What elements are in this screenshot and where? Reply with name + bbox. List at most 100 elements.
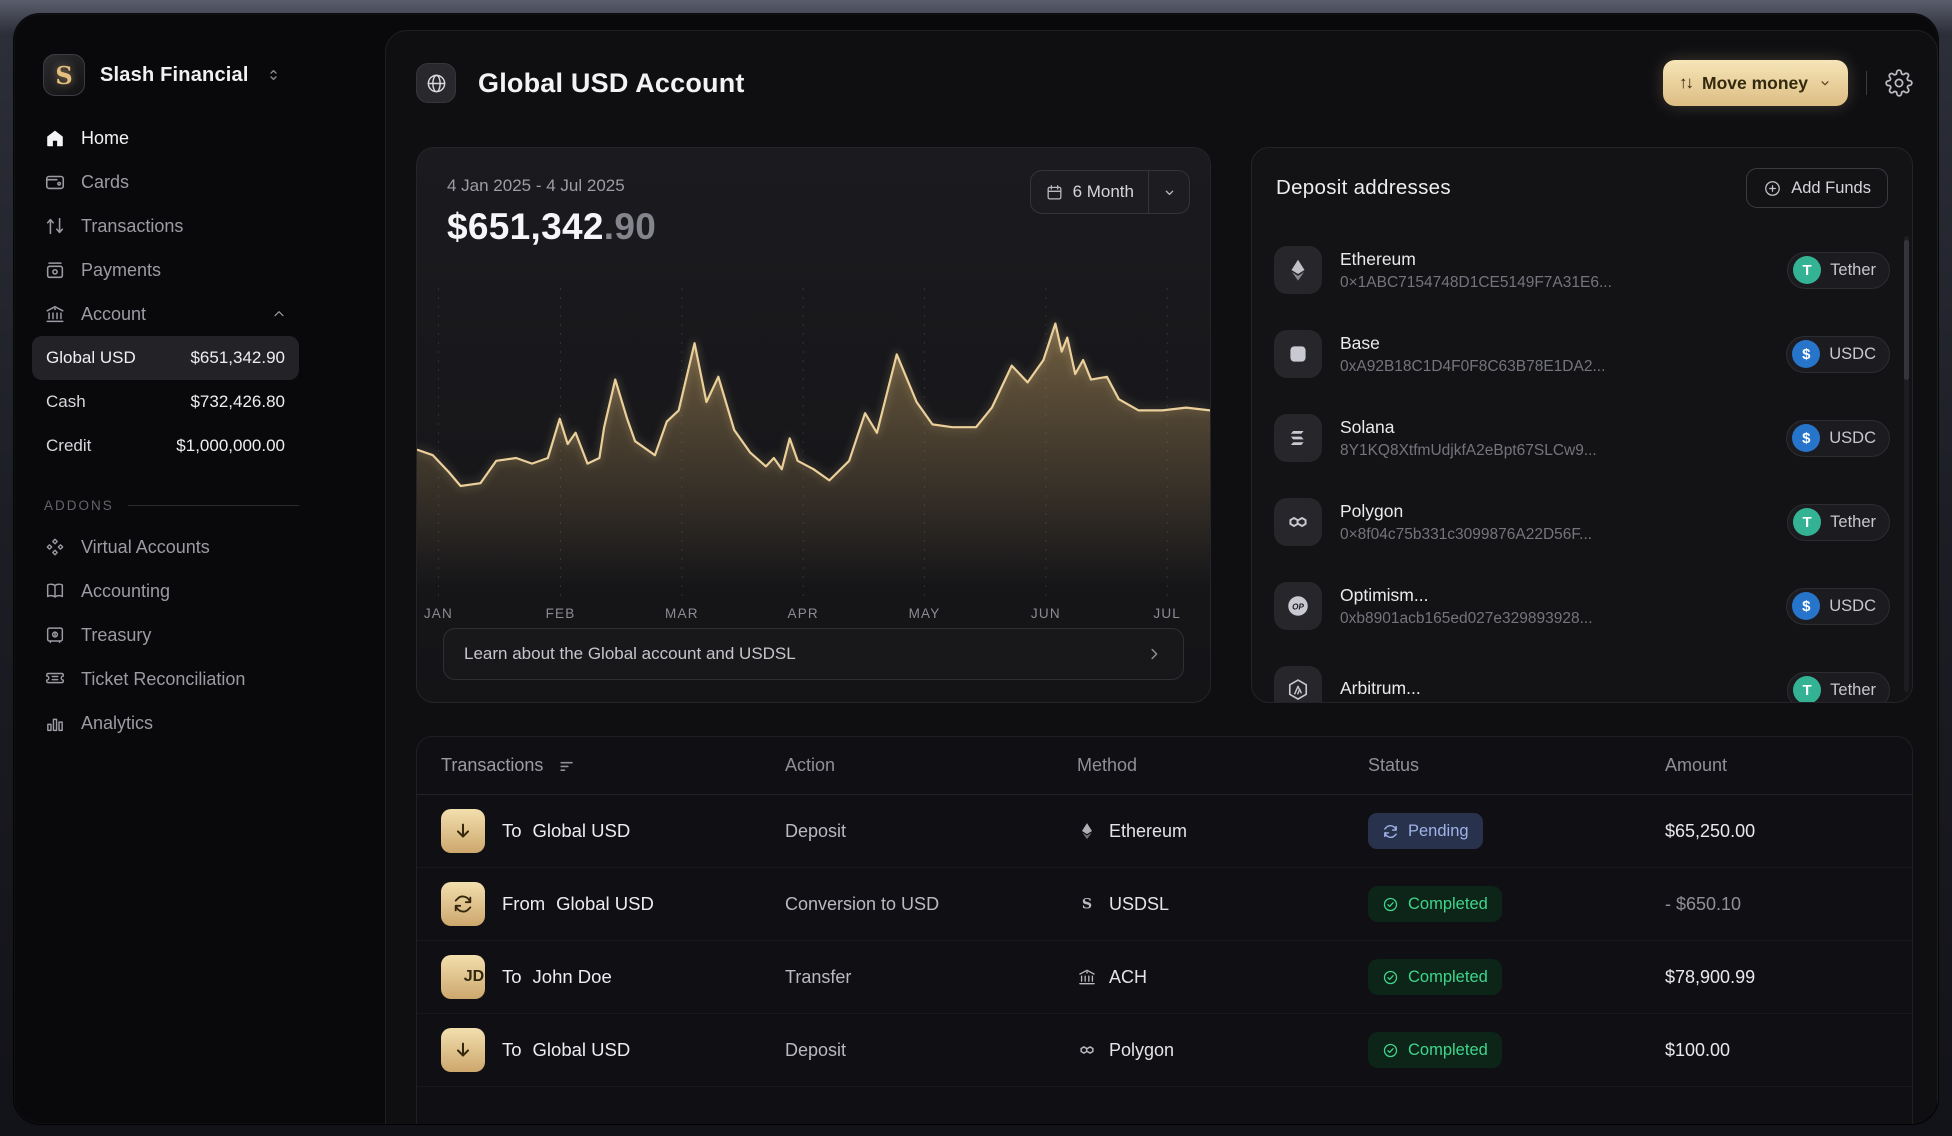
transaction-label: To John Doe — [502, 966, 612, 988]
direction-prefix: To — [502, 1039, 522, 1061]
nav-icon — [44, 259, 66, 281]
deposit-address-row[interactable]: Arbitrum... T Tether — [1274, 662, 1890, 703]
nav-icon — [44, 215, 66, 237]
move-money-label: Move money — [1702, 73, 1808, 94]
account-row[interactable]: Cash $732,426.80 — [32, 380, 299, 424]
nav-label: Cards — [81, 172, 129, 193]
sidebar-nav-item[interactable]: Account — [32, 292, 299, 336]
chain-icon — [1285, 341, 1311, 367]
sidebar-nav-item[interactable]: Home — [32, 116, 299, 160]
addon-icon — [44, 536, 66, 558]
column-header-amount: Amount — [1665, 755, 1912, 776]
network-name: Optimism... — [1340, 585, 1593, 606]
chevron-right-icon — [1145, 645, 1163, 663]
network-name: Polygon — [1340, 501, 1592, 522]
sidebar-addon-item[interactable]: Treasury — [32, 613, 299, 657]
period-caret[interactable] — [1149, 185, 1189, 200]
token-label: Tether — [1830, 261, 1876, 280]
deposit-address-row[interactable]: Base 0xA92B18C1D4F0F8C63B78E1DA2... $ US… — [1274, 326, 1890, 382]
cell-action: Conversion to USD — [785, 894, 1077, 915]
workspace-switcher[interactable]: S Slash Financial — [43, 54, 299, 96]
account-label: Cash — [46, 392, 86, 412]
status-label: Completed — [1408, 968, 1488, 987]
account-row[interactable]: Credit $1,000,000.00 — [32, 424, 299, 468]
method-label: Ethereum — [1109, 821, 1187, 842]
sidebar-addon-item[interactable]: Ticket Reconciliation — [32, 657, 299, 701]
method-icon — [1077, 821, 1097, 841]
deposit-address-row[interactable]: Ethereum 0×1ABC7154748D1CE5149F7A31E6...… — [1274, 242, 1890, 298]
sidebar-nav-item[interactable]: Payments — [32, 248, 299, 292]
account-amount: $651,342.90 — [190, 348, 285, 368]
add-funds-label: Add Funds — [1791, 179, 1871, 198]
page-header: Global USD Account ↑↓ Move money — [416, 57, 1913, 109]
account-label: Credit — [46, 436, 91, 456]
account-balances: Global USD $651,342.90 Cash $732,426.80 … — [32, 336, 299, 468]
app-window: S Slash Financial Home Cards — [14, 14, 1938, 1124]
balance-chart-card: 4 Jan 2025 - 4 Jul 2025 $651,342.90 6 Mo… — [416, 147, 1211, 703]
cell-action: Deposit — [785, 821, 1077, 842]
deposit-address-row[interactable]: OP Optimism... 0xb8901acb165ed027e329893… — [1274, 578, 1890, 634]
deposit-addresses-panel: Deposit addresses Add Funds — [1251, 147, 1913, 703]
addon-label: Accounting — [81, 581, 170, 602]
calendar-icon — [1045, 183, 1064, 202]
period-selector[interactable]: 6 Month — [1030, 170, 1190, 214]
chevron-up-icon — [271, 174, 287, 190]
transaction-glyph — [442, 966, 464, 988]
chain-icon-chip — [1274, 498, 1322, 546]
transactions-table-header: Transactions Action Method Status Amount — [417, 737, 1912, 795]
main-panel: Global USD Account ↑↓ Move money 4 Jan 2… — [385, 30, 1938, 1124]
method-icon — [1077, 1040, 1097, 1060]
deposit-address-row[interactable]: Solana 8Y1KQ8XtfmUdjkfA2eBpt67SLCw9... $… — [1274, 410, 1890, 466]
learn-banner[interactable]: Learn about the Global account and USDSL — [443, 628, 1184, 680]
token-icon: $ — [1792, 424, 1820, 452]
plus-circle-icon — [1763, 179, 1782, 198]
deposit-address-row[interactable]: Polygon 0×8f04c75b331c3099876A22D56F... … — [1274, 494, 1890, 550]
chevron-up-icon — [271, 262, 287, 278]
counterparty-name: Global USD — [533, 820, 631, 842]
chain-icon-chip — [1274, 330, 1322, 378]
network-name: Solana — [1340, 417, 1597, 438]
transaction-row[interactable]: From Global USD Conversion to USD S USDS… — [417, 868, 1912, 941]
transaction-label: To Global USD — [502, 1039, 630, 1061]
sidebar-nav-item[interactable]: Cards — [32, 160, 299, 204]
sidebar-addon-item[interactable]: Virtual Accounts — [32, 525, 299, 569]
sidebar-addon-item[interactable]: Analytics — [32, 701, 299, 745]
transaction-row[interactable]: To Global USD Deposit Ethereum Pending — [417, 795, 1912, 868]
move-money-button[interactable]: ↑↓ Move money — [1663, 60, 1848, 106]
primary-nav: Home Cards Transactions Payme — [32, 116, 299, 336]
method-label: ACH — [1109, 967, 1147, 988]
status-badge: Completed — [1368, 886, 1502, 922]
transaction-glyph — [452, 1039, 474, 1061]
status-badge: Completed — [1368, 1032, 1502, 1068]
account-row[interactable]: Global USD $651,342.90 — [32, 336, 299, 380]
transaction-row[interactable]: To Global USD Deposit Polygon Completed — [417, 1014, 1912, 1087]
cell-amount: $65,250.00 — [1665, 821, 1912, 842]
account-label: Global USD — [46, 348, 136, 368]
nav-label: Payments — [81, 260, 161, 281]
deposit-address-list: Ethereum 0×1ABC7154748D1CE5149F7A31E6...… — [1252, 228, 1912, 703]
sidebar-addon-item[interactable]: Accounting — [32, 569, 299, 613]
token-badge: T Tether — [1787, 672, 1890, 704]
token-icon: T — [1793, 508, 1821, 536]
account-amount: $1,000,000.00 — [176, 436, 285, 456]
month-label: MAY — [909, 606, 941, 621]
cell-action: Transfer — [785, 967, 1077, 988]
slash-logo-icon: S — [43, 54, 85, 96]
transaction-row[interactable]: JD To John Doe Transfer ACH — [417, 941, 1912, 1014]
column-header-status: Status — [1368, 755, 1665, 776]
cell-amount: - $650.10 — [1665, 894, 1912, 915]
add-funds-button[interactable]: Add Funds — [1746, 168, 1888, 208]
column-header-method: Method — [1077, 755, 1368, 776]
status-icon — [1382, 823, 1399, 840]
cell-amount: $100.00 — [1665, 1040, 1912, 1061]
sidebar-nav-item[interactable]: Transactions — [32, 204, 299, 248]
direction-prefix: From — [502, 893, 545, 915]
settings-gear-icon[interactable] — [1885, 69, 1913, 97]
learn-banner-text: Learn about the Global account and USDSL — [464, 644, 796, 664]
chain-icon-chip — [1274, 666, 1322, 703]
month-label: MAR — [665, 606, 699, 621]
sort-icon[interactable] — [557, 756, 577, 776]
scrollbar-thumb[interactable] — [1904, 240, 1909, 380]
nav-label: Account — [81, 304, 146, 325]
globe-icon — [425, 72, 448, 95]
